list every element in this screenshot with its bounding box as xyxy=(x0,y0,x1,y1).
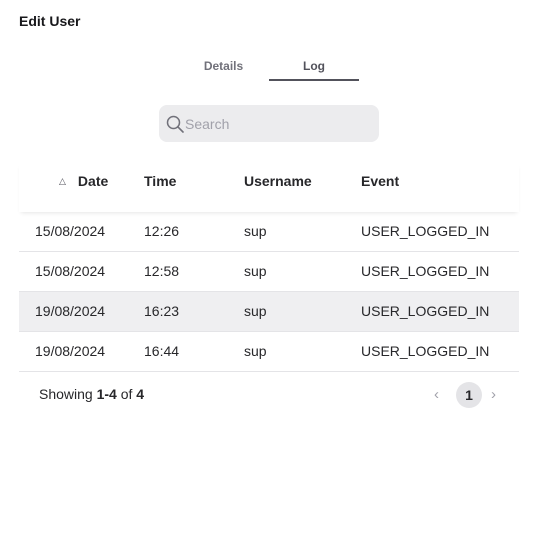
showing-summary: Showing 1-4 of 4 xyxy=(39,386,144,402)
table-row[interactable]: 19/08/2024 16:23 sup USER_LOGGED_IN xyxy=(19,292,519,332)
cell-username: sup xyxy=(244,303,267,319)
tab-log[interactable]: Log xyxy=(269,57,359,81)
tab-details[interactable]: Details xyxy=(178,57,269,79)
search-input[interactable] xyxy=(185,105,370,142)
column-header-date[interactable]: △ Date xyxy=(59,173,108,189)
cell-time: 12:58 xyxy=(144,263,180,279)
cell-username: sup xyxy=(244,263,267,279)
showing-range: 1-4 xyxy=(96,386,117,402)
cell-event: USER_LOGGED_IN xyxy=(361,223,490,239)
pagination: ‹ 1 › xyxy=(430,382,510,408)
column-header-username[interactable]: Username xyxy=(244,173,312,189)
table-header: △ Date Time Username Event xyxy=(19,162,519,212)
chevron-right-icon[interactable]: › xyxy=(491,386,496,403)
table-row[interactable]: 19/08/2024 16:44 sup USER_LOGGED_IN xyxy=(19,332,519,372)
cell-date: 19/08/2024 xyxy=(35,303,106,319)
showing-of: of xyxy=(120,386,133,402)
chevron-left-icon[interactable]: ‹ xyxy=(434,386,439,403)
column-header-time[interactable]: Time xyxy=(144,173,176,189)
table-row[interactable]: 15/08/2024 12:26 sup USER_LOGGED_IN xyxy=(19,212,519,252)
cell-time: 16:23 xyxy=(144,303,180,319)
cell-event: USER_LOGGED_IN xyxy=(361,303,490,319)
cell-username: sup xyxy=(244,223,267,239)
table-row[interactable]: 15/08/2024 12:58 sup USER_LOGGED_IN xyxy=(19,252,519,292)
cell-date: 15/08/2024 xyxy=(35,263,106,279)
cell-date: 19/08/2024 xyxy=(35,343,106,359)
cell-username: sup xyxy=(244,343,267,359)
table-body: 15/08/2024 12:26 sup USER_LOGGED_IN 15/0… xyxy=(19,212,519,372)
showing-prefix: Showing xyxy=(39,386,93,402)
search-icon xyxy=(166,115,184,133)
dialog-title: Edit User xyxy=(19,13,81,29)
sort-ascending-icon[interactable]: △ xyxy=(59,176,66,187)
tab-bar: Details Log xyxy=(178,57,359,81)
cell-time: 12:26 xyxy=(144,223,180,239)
cell-date: 15/08/2024 xyxy=(35,223,106,239)
cell-event: USER_LOGGED_IN xyxy=(361,343,490,359)
showing-total: 4 xyxy=(136,386,145,402)
search-box xyxy=(159,105,379,142)
column-header-event[interactable]: Event xyxy=(361,173,399,189)
page-button-1[interactable]: 1 xyxy=(456,382,482,408)
column-header-label: Date xyxy=(77,173,109,189)
cell-time: 16:44 xyxy=(144,343,180,359)
cell-event: USER_LOGGED_IN xyxy=(361,263,490,279)
